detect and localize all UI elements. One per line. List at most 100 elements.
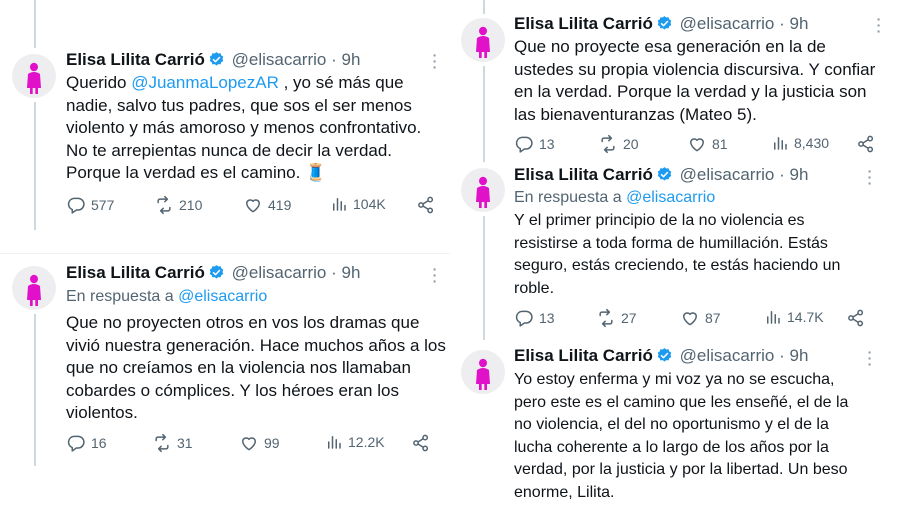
retweet-button[interactable]: 27 [596, 308, 637, 328]
timestamp[interactable]: 9h [342, 263, 361, 282]
like-button[interactable]: 419 [243, 195, 291, 215]
reply-icon [515, 310, 533, 327]
author-handle[interactable]: @elisacarrio [232, 263, 327, 282]
share-button[interactable] [416, 195, 436, 215]
share-button[interactable] [846, 308, 866, 328]
tweet-text: Yo estoy enferma y mi voz ya no se escuc… [514, 371, 849, 501]
tweet-text: Que no proyecte esa generación en la de … [514, 37, 876, 124]
heart-icon [683, 312, 697, 326]
tweet-actions: 13 27 87 14.7K [514, 308, 874, 328]
like-button[interactable]: 99 [239, 433, 280, 453]
tweet-actions: 13 20 81 8,430 [514, 134, 884, 154]
thread-line [483, 216, 485, 340]
tweet-header: Elisa Lilita Carrió @elisacarrio · 9h [514, 164, 808, 189]
retweet-count: 27 [621, 310, 637, 326]
avatar[interactable] [461, 18, 505, 62]
author-name[interactable]: Elisa Lilita Carrió [514, 346, 653, 365]
verified-badge-icon [208, 264, 225, 287]
author-name[interactable]: Elisa Lilita Carrió [514, 14, 653, 33]
text-fragment: Querido [66, 73, 132, 92]
views-icon [328, 436, 341, 449]
reply-count: 13 [539, 136, 555, 152]
reply-button[interactable]: 13 [514, 134, 555, 154]
retweet-button[interactable]: 210 [154, 195, 202, 215]
retweet-button[interactable]: 20 [598, 134, 639, 154]
reply-count: 13 [539, 310, 555, 326]
verified-badge-icon [656, 166, 673, 189]
author-handle[interactable]: @elisacarrio [680, 346, 775, 365]
reply-icon [67, 435, 85, 452]
retweet-icon [157, 195, 171, 215]
like-count: 81 [712, 136, 728, 152]
more-options-icon[interactable]: · · · [875, 12, 883, 38]
separator-dot: · [331, 50, 337, 69]
share-button[interactable] [411, 433, 431, 453]
tweet-header: Elisa Lilita Carrió @elisacarrio · 9h [66, 262, 360, 287]
timestamp[interactable]: 9h [342, 50, 361, 69]
separator-dot: · [779, 165, 785, 184]
tweet-header: Elisa Lilita Carrió @elisacarrio · 9h [514, 345, 808, 370]
author-name[interactable]: Elisa Lilita Carrió [514, 165, 653, 184]
views-icon [333, 198, 346, 211]
avatar[interactable] [12, 54, 56, 98]
reply-button[interactable]: 16 [66, 433, 107, 453]
views-button[interactable]: 104K [330, 195, 386, 213]
timestamp[interactable]: 9h [790, 14, 809, 33]
view-count: 8,430 [794, 135, 830, 151]
more-options-icon[interactable]: · · · [431, 262, 439, 288]
tweet-header: Elisa Lilita Carrió @elisacarrio · 9h [514, 13, 808, 38]
views-button[interactable]: 14.7K [764, 308, 824, 326]
tweet-header: Elisa Lilita Carrió @elisacarrio · 9h [66, 49, 360, 74]
timestamp[interactable]: 9h [790, 165, 809, 184]
tweet-actions: 577 210 419 104K [66, 195, 446, 215]
heart-icon [246, 199, 260, 213]
reply-mention-link[interactable]: @elisacarrio [178, 288, 267, 305]
view-count: 12.2K [348, 434, 385, 450]
separator-dot: · [779, 346, 785, 365]
author-handle[interactable]: @elisacarrio [680, 165, 775, 184]
author-handle[interactable]: @elisacarrio [232, 50, 327, 69]
views-button[interactable]: 12.2K [325, 433, 385, 451]
share-icon [418, 196, 434, 214]
reply-prefix: En respuesta a [514, 189, 622, 206]
avatar[interactable] [461, 350, 505, 394]
reply-mention-link[interactable]: @elisacarrio [626, 189, 715, 206]
views-button[interactable]: 8,430 [771, 134, 829, 152]
reply-count: 16 [91, 435, 107, 451]
like-button[interactable]: 81 [687, 134, 728, 154]
thread-line [34, 0, 36, 48]
reply-icon [515, 136, 533, 153]
tweet-text: Que no proyecten otros en vos los dramas… [66, 313, 446, 422]
author-name[interactable]: Elisa Lilita Carrió [66, 263, 205, 282]
author-name[interactable]: Elisa Lilita Carrió [66, 50, 205, 69]
avatar[interactable] [12, 266, 56, 310]
retweet-icon [599, 308, 613, 328]
like-count: 419 [268, 197, 292, 213]
avatar[interactable] [461, 168, 505, 212]
retweet-icon [155, 433, 169, 453]
more-options-icon[interactable]: · · · [431, 48, 439, 74]
thread-line [34, 102, 36, 230]
author-handle[interactable]: @elisacarrio [680, 14, 775, 33]
retweet-count: 20 [623, 136, 639, 152]
like-button[interactable]: 87 [680, 308, 721, 328]
views-icon [767, 311, 780, 324]
heart-icon [242, 437, 256, 451]
timestamp[interactable]: 9h [790, 346, 809, 365]
replying-to: En respuesta a @elisacarrio [66, 286, 267, 308]
reply-button[interactable]: 13 [514, 308, 555, 328]
mention-link[interactable]: @JuanmaLopezAR [131, 73, 279, 92]
share-button[interactable] [856, 134, 876, 154]
views-icon [774, 137, 787, 150]
share-icon [858, 135, 874, 153]
replying-to: En respuesta a @elisacarrio [514, 187, 715, 209]
reply-prefix: En respuesta a [66, 288, 174, 305]
retweet-button[interactable]: 31 [152, 433, 193, 453]
reply-button[interactable]: 577 [66, 195, 114, 215]
retweet-icon [601, 134, 615, 154]
thread-line [483, 0, 485, 14]
more-options-icon[interactable]: · · · [866, 345, 874, 371]
more-options-icon[interactable]: · · · [866, 164, 874, 190]
view-count: 14.7K [787, 309, 824, 325]
verified-badge-icon [656, 15, 673, 38]
